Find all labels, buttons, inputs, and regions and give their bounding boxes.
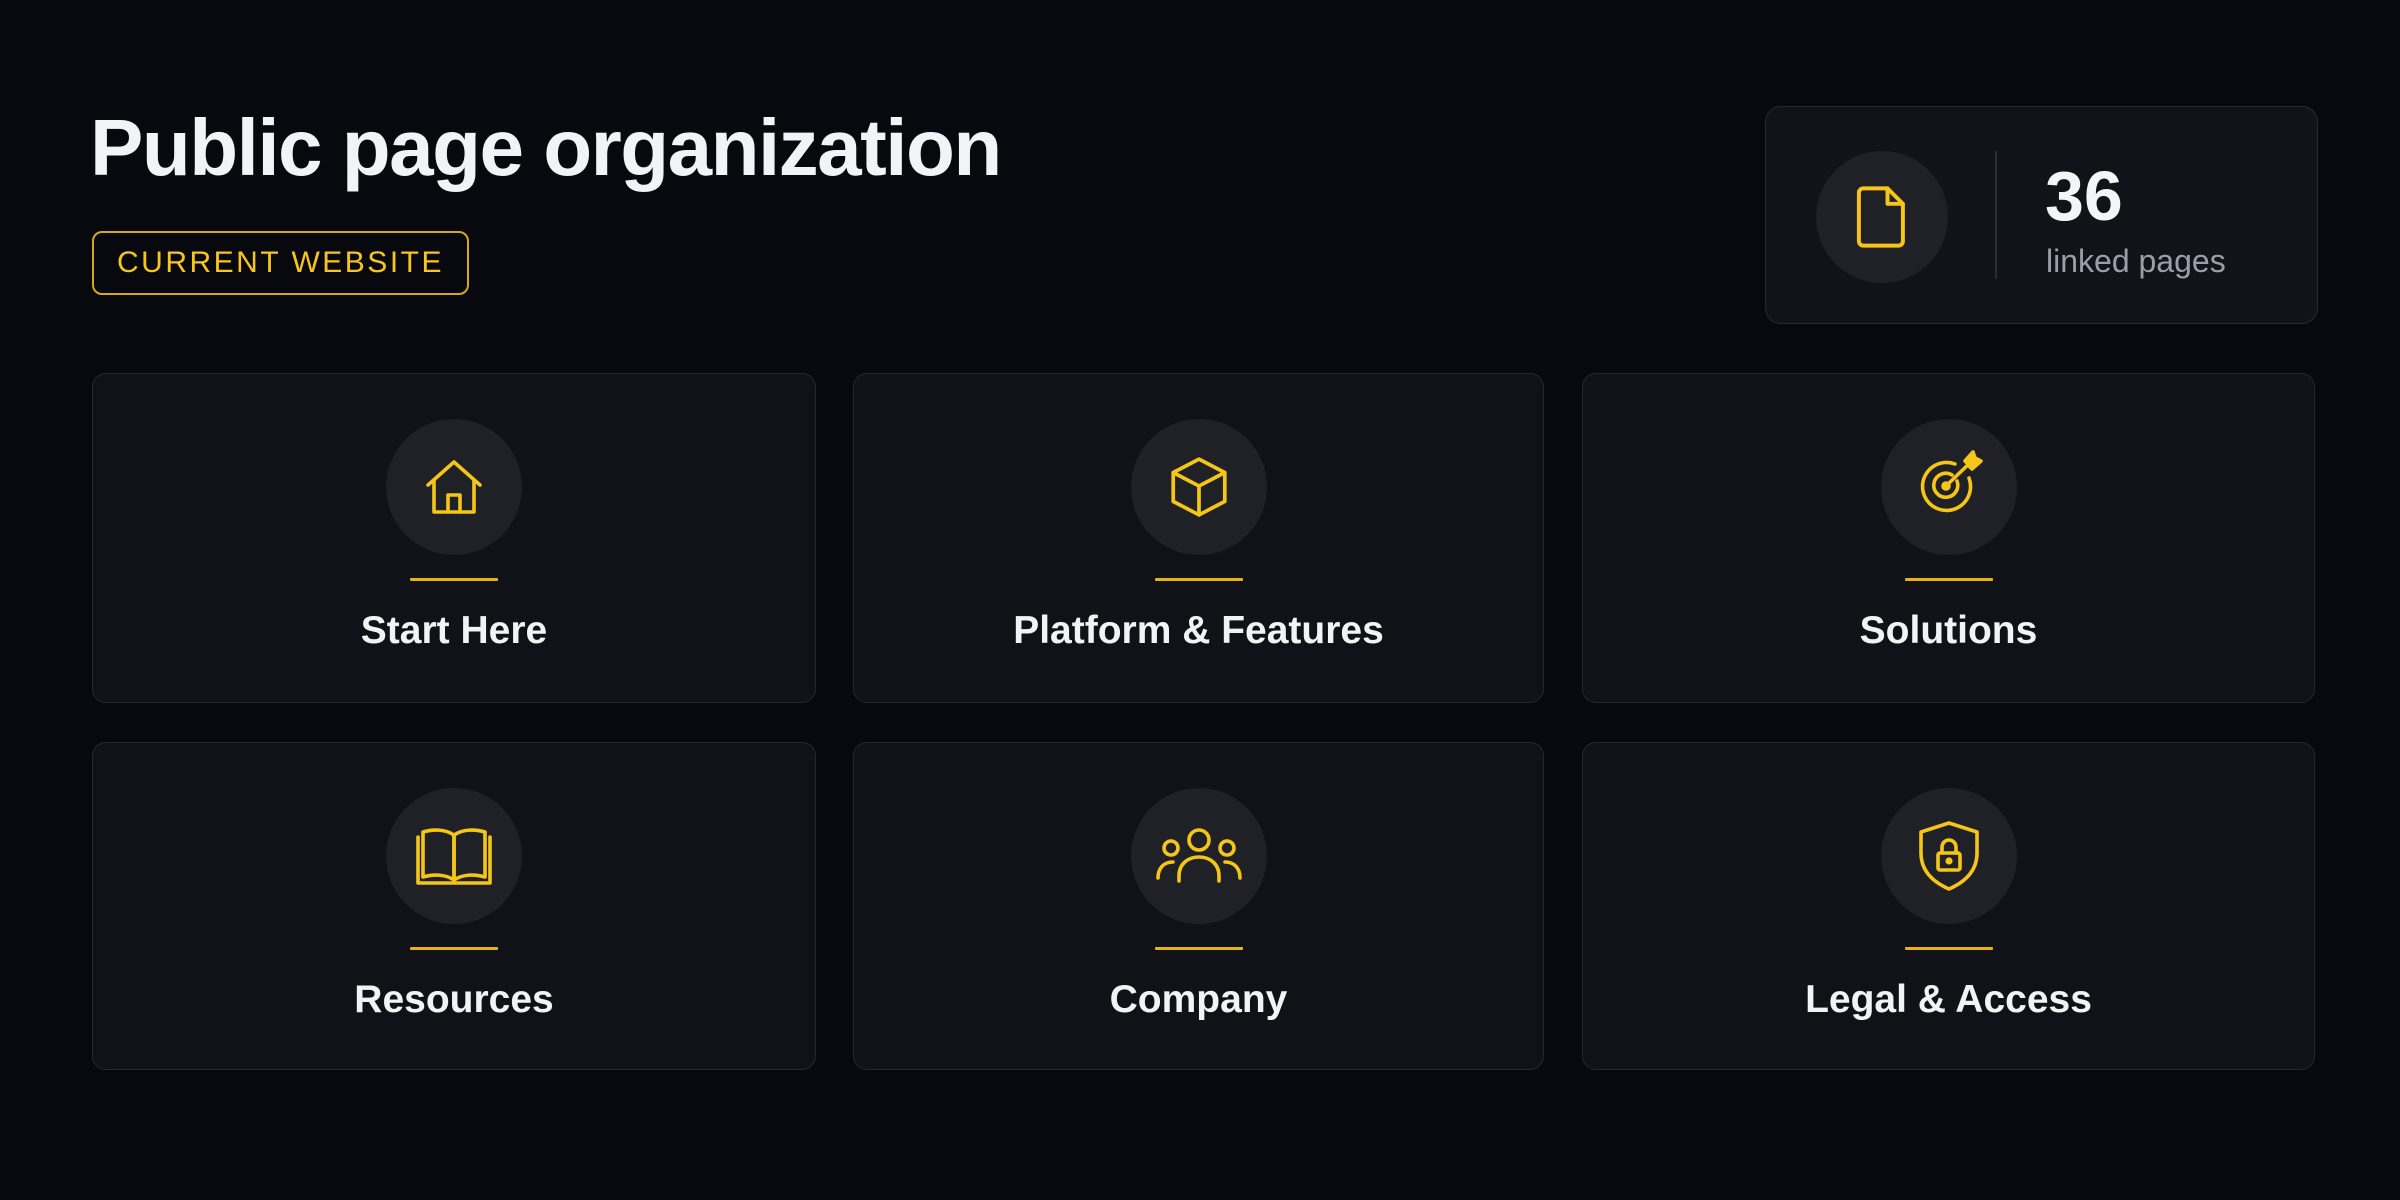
accent-rule bbox=[1154, 578, 1243, 581]
box-icon bbox=[1130, 419, 1267, 555]
accent-rule bbox=[1904, 947, 1993, 950]
accent-rule bbox=[410, 947, 498, 950]
section-label: Company bbox=[1109, 978, 1288, 1021]
linked-pages-label: linked pages bbox=[2046, 243, 2226, 279]
status-badge: CURRENT WEBSITE bbox=[92, 231, 469, 295]
home-icon bbox=[386, 419, 522, 555]
users-icon bbox=[1130, 788, 1267, 924]
page: Public page organization CURRENT WEBSITE… bbox=[0, 0, 2400, 1200]
section-label: Platform & Features bbox=[1013, 609, 1384, 652]
linked-pages-count: 36 bbox=[2045, 157, 2123, 235]
section-card-resources[interactable]: Resources bbox=[92, 742, 816, 1070]
stat-divider bbox=[1995, 151, 1997, 279]
section-label: Legal & Access bbox=[1805, 978, 2092, 1021]
file-icon bbox=[1816, 151, 1948, 283]
accent-rule bbox=[410, 578, 498, 581]
accent-rule bbox=[1154, 947, 1243, 950]
section-label: Resources bbox=[354, 978, 554, 1021]
linked-pages-card: 36 linked pages bbox=[1765, 106, 2318, 324]
book-icon bbox=[386, 788, 522, 924]
shield-lock-icon bbox=[1880, 788, 2017, 924]
section-card-platform-features[interactable]: Platform & Features bbox=[853, 373, 1544, 703]
section-card-legal-access[interactable]: Legal & Access bbox=[1582, 742, 2315, 1070]
page-title: Public page organization bbox=[90, 103, 1002, 192]
section-card-company[interactable]: Company bbox=[853, 742, 1544, 1070]
section-card-start-here[interactable]: Start Here bbox=[92, 373, 816, 703]
section-label: Start Here bbox=[360, 609, 548, 652]
target-icon bbox=[1880, 419, 2017, 555]
accent-rule bbox=[1904, 578, 1993, 581]
section-label: Solutions bbox=[1859, 609, 2038, 652]
section-card-solutions[interactable]: Solutions bbox=[1582, 373, 2315, 703]
